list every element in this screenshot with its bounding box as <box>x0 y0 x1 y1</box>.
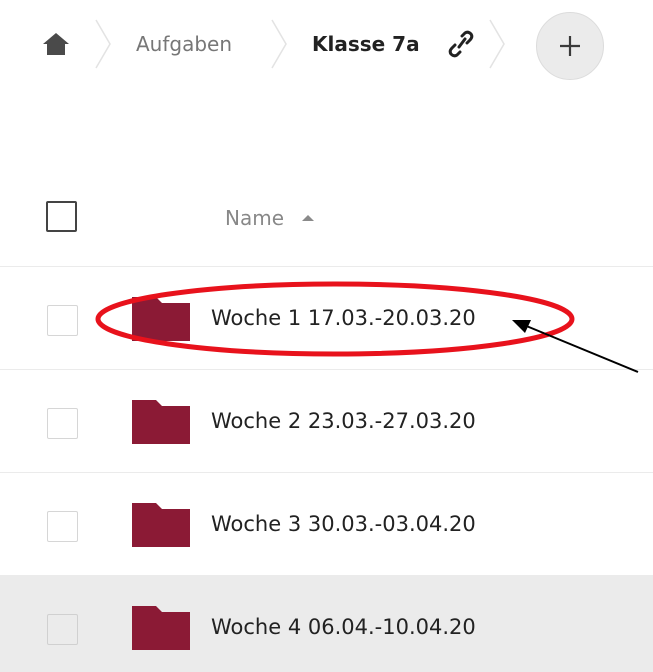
list-item[interactable]: Woche 2 23.03.-27.03.20 <box>0 369 653 472</box>
folder-icon <box>132 297 190 341</box>
file-list: Woche 1 17.03.-20.03.20 Woche 2 23.03.-2… <box>0 266 653 672</box>
plus-icon <box>560 36 580 56</box>
list-item[interactable]: Woche 4 06.04.-10.04.20 <box>0 575 653 672</box>
home-icon <box>43 33 69 55</box>
folder-icon <box>132 503 190 547</box>
row-checkbox[interactable] <box>47 511 78 542</box>
add-button[interactable] <box>536 12 604 80</box>
breadcrumb-separator-icon <box>489 19 505 69</box>
row-checkbox[interactable] <box>47 305 78 336</box>
breadcrumb-separator-icon <box>271 19 287 69</box>
file-name[interactable]: Woche 3 30.03.-03.04.20 <box>211 510 476 538</box>
home-button[interactable] <box>36 24 76 64</box>
sort-by-name-header[interactable]: Name <box>225 204 315 232</box>
row-checkbox[interactable] <box>47 408 78 439</box>
list-item[interactable]: Woche 3 30.03.-03.04.20 <box>0 472 653 575</box>
list-item[interactable]: Woche 1 17.03.-20.03.20 <box>0 266 653 369</box>
file-name[interactable]: Woche 1 17.03.-20.03.20 <box>211 304 476 332</box>
column-name-label: Name <box>225 206 285 230</box>
sort-ascending-icon <box>302 215 315 221</box>
folder-icon <box>132 400 190 444</box>
breadcrumb: Aufgaben Klasse 7a <box>0 0 653 90</box>
breadcrumb-separator-icon <box>95 19 111 69</box>
row-checkbox[interactable] <box>47 614 78 645</box>
breadcrumb-item-klasse-7a[interactable]: Klasse 7a <box>312 30 420 58</box>
breadcrumb-item-aufgaben[interactable]: Aufgaben <box>136 30 232 58</box>
folder-icon <box>132 606 190 650</box>
file-name[interactable]: Woche 2 23.03.-27.03.20 <box>211 407 476 435</box>
file-name[interactable]: Woche 4 06.04.-10.04.20 <box>211 613 476 641</box>
select-all-checkbox[interactable] <box>46 201 77 232</box>
link-icon[interactable] <box>448 30 474 58</box>
list-header: Name <box>0 180 653 266</box>
file-browser: Aufgaben Klasse 7a Name Woche 1 17.03.-2… <box>0 0 653 672</box>
